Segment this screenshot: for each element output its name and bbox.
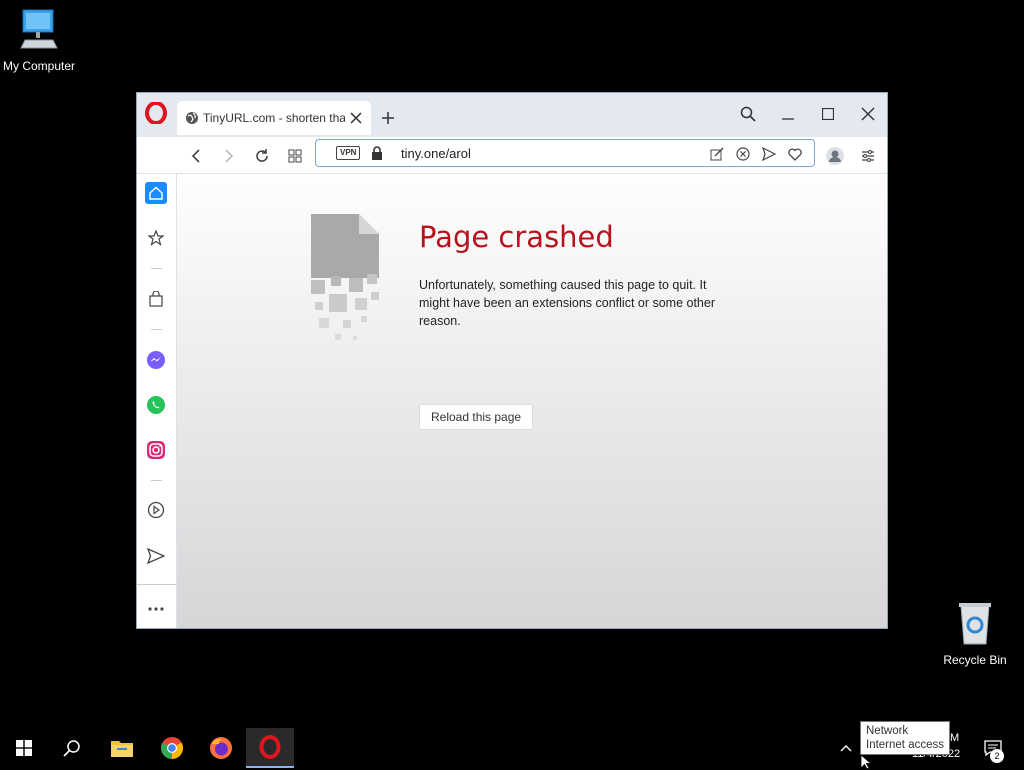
recycle-bin-desktop-icon[interactable]: Recycle Bin bbox=[930, 600, 1020, 667]
chevron-right-icon bbox=[225, 149, 234, 163]
close-icon bbox=[861, 107, 875, 121]
back-button[interactable] bbox=[185, 145, 207, 167]
sidebar-item-send[interactable] bbox=[145, 545, 167, 567]
sidebar-item-home[interactable] bbox=[145, 182, 167, 204]
tooltip-line-1: Network bbox=[866, 725, 909, 737]
taskbar-file-explorer[interactable] bbox=[98, 728, 146, 768]
recycle-bin-label: Recycle Bin bbox=[943, 653, 1007, 667]
reload-icon bbox=[256, 149, 268, 162]
forward-button[interactable] bbox=[218, 145, 240, 167]
avatar-icon bbox=[826, 147, 844, 165]
title-bar: TinyURL.com - shorten tha bbox=[137, 93, 887, 137]
sidebar-more-button[interactable] bbox=[145, 598, 167, 620]
address-bar[interactable]: VPN tiny.one/arol bbox=[315, 139, 815, 167]
chevron-up-icon bbox=[840, 745, 852, 752]
sidebar-item-player[interactable] bbox=[145, 499, 167, 521]
reload-button[interactable] bbox=[251, 145, 273, 167]
my-computer-desktop-icon[interactable]: My Computer bbox=[0, 8, 84, 73]
search-tabs-button[interactable] bbox=[735, 101, 761, 127]
tab-tinyurl[interactable]: TinyURL.com - shorten tha bbox=[177, 101, 371, 135]
clock-time[interactable]: M bbox=[950, 732, 959, 744]
settings-sliders-icon bbox=[862, 150, 874, 162]
maximize-button[interactable] bbox=[815, 101, 841, 127]
sidebar-separator bbox=[137, 584, 176, 585]
whatsapp-icon bbox=[147, 396, 165, 414]
computer-icon bbox=[20, 9, 58, 49]
page-title: Page crashed bbox=[419, 220, 614, 254]
search-icon bbox=[740, 106, 756, 122]
navigation-toolbar: VPN tiny.one/arol bbox=[137, 137, 887, 174]
new-tab-button[interactable] bbox=[377, 107, 399, 129]
page-content: Page crashed Unfortunately, something ca… bbox=[177, 174, 887, 628]
sidebar-item-shopping[interactable] bbox=[145, 288, 167, 310]
windows-logo-icon bbox=[16, 740, 32, 756]
sidebar-separator bbox=[151, 329, 162, 330]
chrome-icon bbox=[161, 737, 183, 759]
globe-icon bbox=[186, 112, 198, 124]
sidebar-separator bbox=[151, 268, 162, 269]
opera-browser-window: TinyURL.com - shorten tha VPN tiny.one/a… bbox=[136, 92, 888, 629]
send-icon bbox=[147, 548, 165, 564]
instagram-icon bbox=[147, 441, 165, 459]
chevron-left-icon bbox=[191, 149, 200, 163]
taskbar-firefox[interactable] bbox=[197, 728, 245, 768]
sidebar-separator bbox=[151, 480, 162, 481]
heart-icon[interactable] bbox=[786, 145, 804, 163]
home-icon bbox=[149, 186, 163, 200]
notification-count-badge: 2 bbox=[990, 749, 1004, 763]
sidebar-item-bookmarks[interactable] bbox=[145, 227, 167, 249]
sidebar-item-messenger[interactable] bbox=[145, 349, 167, 371]
opera-icon bbox=[259, 735, 281, 759]
my-computer-label: My Computer bbox=[2, 59, 76, 73]
minimize-icon bbox=[782, 118, 794, 120]
firefox-icon bbox=[210, 737, 232, 759]
grid-icon bbox=[288, 149, 302, 163]
speed-dial-button[interactable] bbox=[284, 145, 306, 167]
minimize-button[interactable] bbox=[775, 101, 801, 127]
crash-message: Unfortunately, something caused this pag… bbox=[419, 278, 716, 328]
profile-button[interactable] bbox=[824, 145, 846, 167]
sidebar-item-whatsapp[interactable] bbox=[145, 394, 167, 416]
snapshot-icon[interactable] bbox=[708, 145, 726, 163]
player-icon bbox=[147, 501, 165, 519]
shopping-bag-icon bbox=[149, 291, 163, 307]
messenger-icon bbox=[147, 351, 165, 369]
tab-close-icon[interactable] bbox=[345, 107, 367, 129]
more-icon bbox=[148, 607, 164, 611]
vpn-badge[interactable]: VPN bbox=[336, 146, 361, 160]
search-icon bbox=[63, 740, 80, 757]
opera-logo-icon[interactable] bbox=[145, 102, 167, 124]
taskbar-opera[interactable] bbox=[246, 728, 294, 768]
ad-blocker-icon[interactable] bbox=[734, 145, 752, 163]
sidebar-item-instagram[interactable] bbox=[145, 439, 167, 461]
browser-sidebar bbox=[137, 174, 177, 628]
crashed-page-icon bbox=[311, 214, 379, 340]
maximize-icon bbox=[822, 108, 834, 120]
network-tooltip: Network Internet access bbox=[860, 721, 950, 755]
easy-setup-button[interactable] bbox=[857, 145, 879, 167]
start-button[interactable] bbox=[0, 728, 48, 768]
recycle-bin-icon bbox=[959, 603, 991, 645]
close-window-button[interactable] bbox=[855, 101, 881, 127]
folder-icon bbox=[111, 741, 133, 757]
url-text[interactable]: tiny.one/arol bbox=[401, 146, 471, 161]
tab-title: TinyURL.com - shorten tha bbox=[203, 111, 345, 125]
lock-icon[interactable] bbox=[371, 146, 383, 160]
taskbar-search-button[interactable] bbox=[48, 728, 96, 768]
taskbar-chrome[interactable] bbox=[148, 728, 196, 768]
send-page-icon[interactable] bbox=[760, 145, 778, 163]
plus-icon bbox=[382, 112, 394, 124]
reload-page-button[interactable]: Reload this page bbox=[419, 404, 534, 430]
bookmarks-icon bbox=[148, 230, 164, 246]
tooltip-line-2: Internet access bbox=[866, 739, 944, 751]
